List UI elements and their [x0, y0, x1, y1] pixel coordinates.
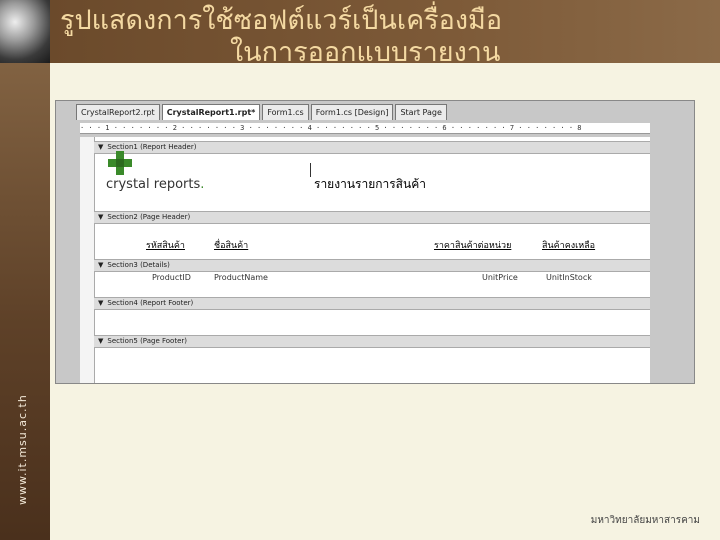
header-product-name[interactable]: ชื่อสินค้า	[214, 238, 248, 252]
design-surface[interactable]: ▼ Section1 (Report Header) crystal report…	[80, 137, 650, 383]
collapse-arrow-icon[interactable]: ▼	[98, 212, 103, 223]
horizontal-ruler: · · · 1 · · · · · · · 2 · · · · · · · 3 …	[80, 123, 650, 134]
section-details[interactable]: ▼ Section3 (Details)	[94, 259, 650, 272]
field-unit-price[interactable]: UnitPrice	[482, 273, 518, 282]
section-report-footer[interactable]: ▼ Section4 (Report Footer)	[94, 297, 650, 310]
tab-crystalreport2[interactable]: CrystalReport2.rpt	[76, 104, 160, 120]
header-product-id[interactable]: รหัสสินค้า	[146, 238, 185, 252]
vertical-ruler	[80, 137, 95, 383]
side-url: www.it.msu.ac.th	[16, 394, 29, 505]
document-tabs: CrystalReport2.rpt CrystalReport1.rpt* F…	[76, 104, 449, 120]
section-report-header[interactable]: ▼ Section1 (Report Header)	[94, 141, 650, 154]
field-product-name[interactable]: ProductName	[214, 273, 268, 282]
tab-crystalreport1[interactable]: CrystalReport1.rpt*	[161, 104, 261, 120]
field-units-in-stock[interactable]: UnitInStock	[546, 273, 592, 282]
report-title[interactable]: รายงานรายการสินค้า	[314, 175, 426, 194]
crystal-reports-logo-icon	[108, 151, 132, 175]
university-logo	[0, 0, 50, 63]
header-unit-price[interactable]: ราคาสินค้าต่อหน่วย	[434, 238, 511, 252]
tab-form1-code[interactable]: Form1.cs	[262, 104, 309, 120]
field-product-id[interactable]: ProductID	[152, 273, 191, 282]
tab-start-page[interactable]: Start Page	[395, 104, 447, 120]
collapse-arrow-icon[interactable]: ▼	[98, 260, 103, 271]
section-page-header[interactable]: ▼ Section2 (Page Header)	[94, 211, 650, 224]
collapse-arrow-icon[interactable]: ▼	[98, 336, 103, 347]
tab-form1-design[interactable]: Form1.cs [Design]	[310, 104, 394, 120]
section-page-footer[interactable]: ▼ Section5 (Page Footer)	[94, 335, 650, 348]
collapse-arrow-icon[interactable]: ▼	[98, 142, 103, 153]
slide-footer: มหาวิทยาลัยมหาสารคาม	[590, 515, 700, 526]
field-bracket	[310, 163, 313, 177]
header-units-in-stock[interactable]: สินค้าคงเหลือ	[542, 238, 595, 252]
collapse-arrow-icon[interactable]: ▼	[98, 298, 103, 309]
report-designer-window: CrystalReport2.rpt CrystalReport1.rpt* F…	[55, 100, 695, 384]
designer-gray-margin	[650, 137, 694, 383]
crystal-reports-logo-text: crystal reports.	[106, 177, 205, 192]
slide-title-line2: ในการออกแบบรายงาน	[230, 37, 501, 68]
